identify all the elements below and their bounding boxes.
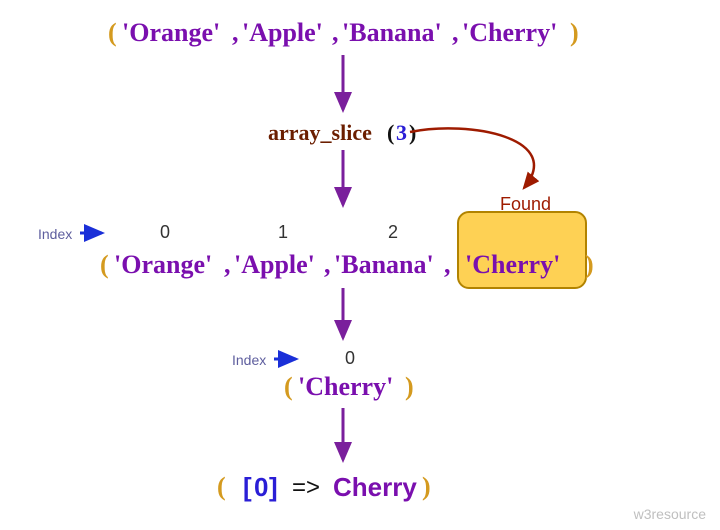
row2-item-1: 'Apple'	[234, 250, 315, 280]
row3-rparen: )	[405, 372, 414, 402]
row1-item-0: 'Orange'	[122, 18, 220, 48]
func-lparen: (	[387, 120, 394, 146]
row3-index-label: Index	[232, 352, 266, 368]
func-name: array_slice	[268, 120, 372, 146]
row1-item-2: 'Banana'	[342, 18, 442, 48]
row2-comma-0: ,	[224, 250, 231, 280]
row2-idx-1: 1	[278, 222, 288, 243]
row2-comma-1: ,	[324, 250, 331, 280]
watermark: w3resource	[634, 506, 706, 522]
result-rbracket: ]	[269, 472, 278, 503]
row1-item-3: 'Cherry'	[462, 18, 557, 48]
row3-lparen: (	[284, 372, 293, 402]
row1-lparen: (	[108, 18, 117, 48]
row2-item-3: 'Cherry'	[465, 250, 560, 280]
result-rparen: )	[422, 472, 431, 502]
result-zero: 0	[254, 472, 268, 503]
diagram-stage: ( 'Orange' , 'Apple' , 'Banana' , 'Cherr…	[0, 0, 720, 530]
result-arrow-symbol: =>	[292, 474, 320, 502]
row1-rparen: )	[570, 18, 579, 48]
row1-comma-2: ,	[452, 18, 459, 48]
found-curve-arrow	[410, 128, 534, 188]
row2-idx-0: 0	[160, 222, 170, 243]
result-lparen: (	[217, 472, 226, 502]
row1-comma-1: ,	[332, 18, 339, 48]
row2-item-0: 'Orange'	[114, 250, 212, 280]
row2-rparen: )	[585, 250, 594, 280]
result-lbracket: [	[243, 472, 252, 503]
row1-comma-0: ,	[232, 18, 239, 48]
row3-idx-0: 0	[345, 348, 355, 369]
row2-item-2: 'Banana'	[334, 250, 434, 280]
func-arg: 3	[396, 120, 407, 146]
row2-idx-2: 2	[388, 222, 398, 243]
row2-comma-2: ,	[444, 250, 451, 280]
result-value: Cherry	[333, 472, 417, 503]
func-rparen: )	[409, 120, 416, 146]
row1-item-1: 'Apple'	[242, 18, 323, 48]
row2-index-label: Index	[38, 226, 72, 242]
row2-lparen: (	[100, 250, 109, 280]
row3-item-0: 'Cherry'	[298, 372, 393, 402]
